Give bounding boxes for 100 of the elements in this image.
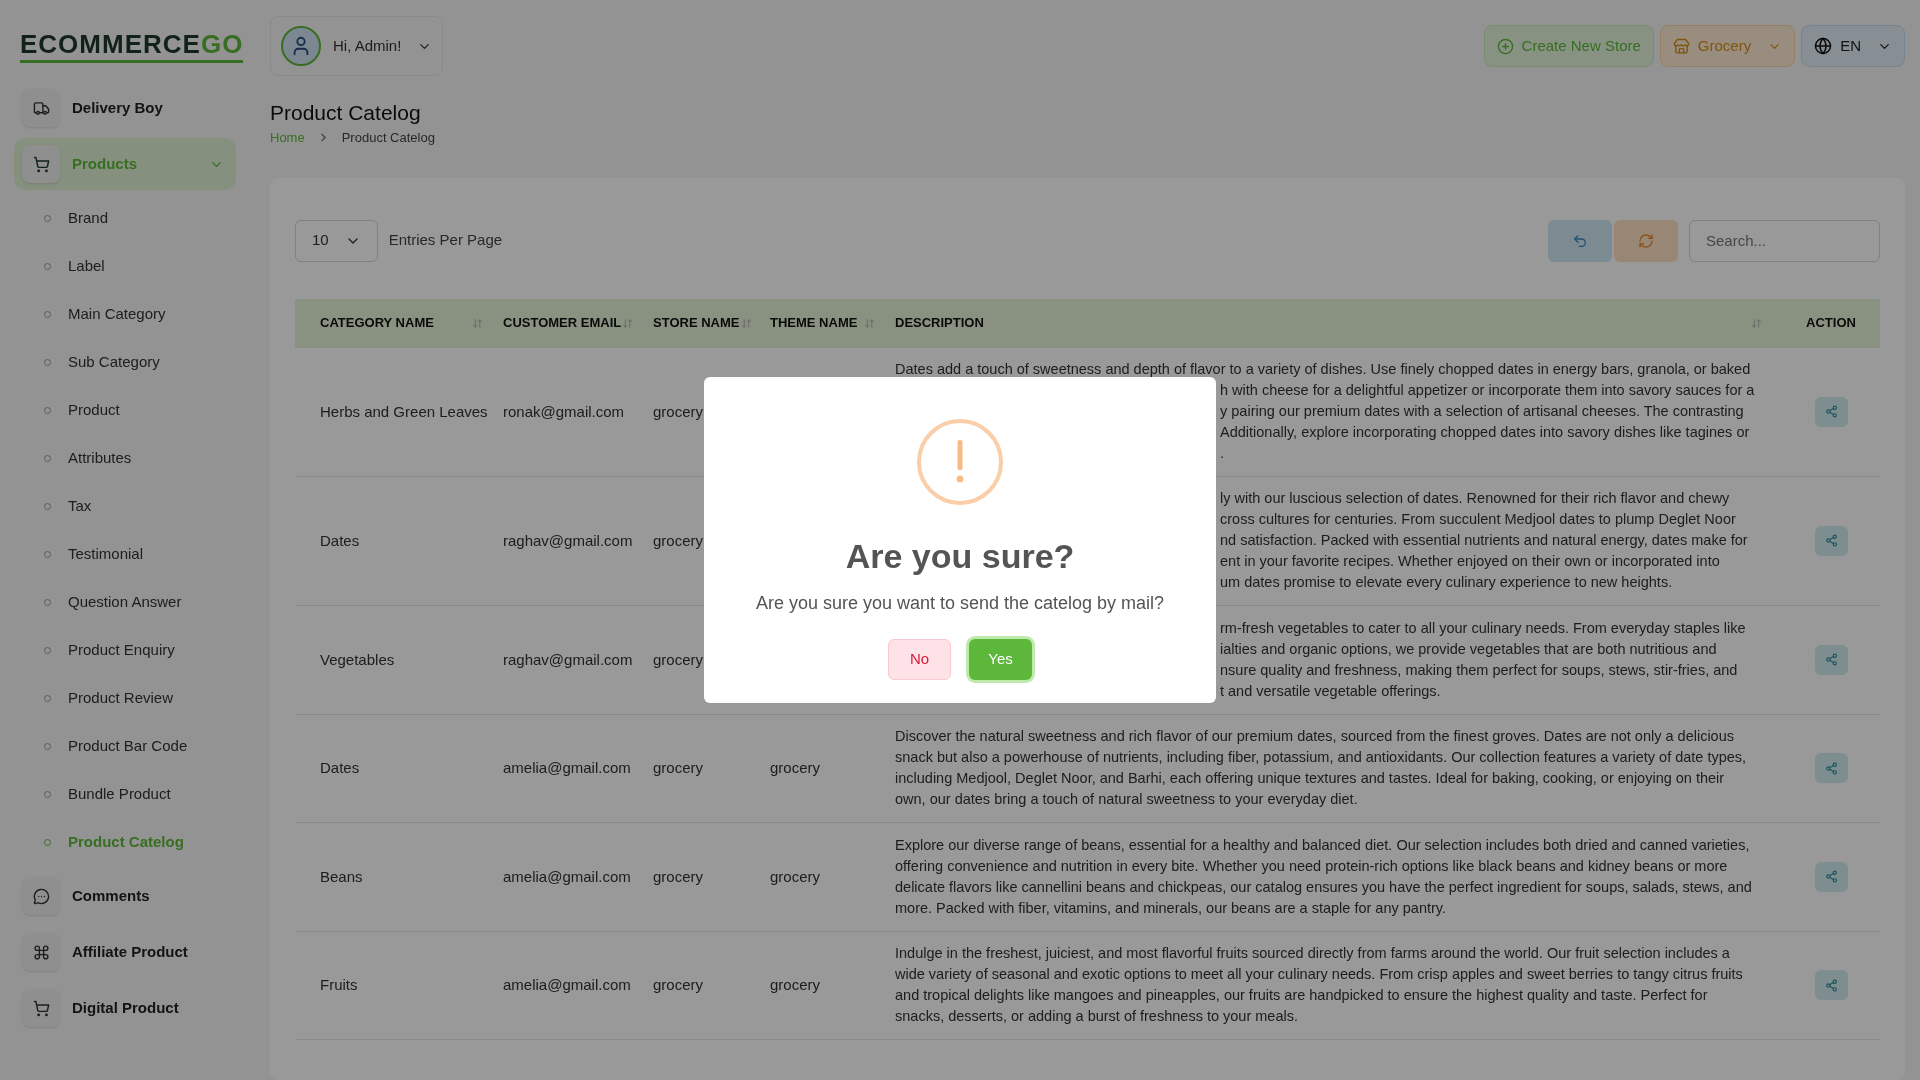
dialog-title: Are you sure? xyxy=(845,536,1075,576)
undo-icon xyxy=(1572,232,1588,249)
entries-select[interactable]: 10 xyxy=(295,219,378,262)
undo-button[interactable] xyxy=(1548,219,1612,262)
table-cell: grocery xyxy=(653,650,704,668)
dialog-message: Are you sure you want to send the catelog by mail? xyxy=(755,592,1165,615)
description-line: ly with our luscious selection of dates. Renowned for their rich flavor and chewy xyxy=(1220,489,1730,508)
share-icon xyxy=(1824,534,1838,547)
sidebar-subitem[interactable]: Product xyxy=(14,386,236,434)
table-cell: raghav@gmail.com xyxy=(503,531,633,549)
sort-icon[interactable] xyxy=(1751,317,1762,329)
chat-icon xyxy=(32,887,50,905)
language-dropdown[interactable]: EN xyxy=(1801,25,1905,67)
share-button[interactable] xyxy=(1814,970,1848,1000)
table-cell: grocery xyxy=(653,976,704,993)
sidebar-subitem[interactable]: Product Review xyxy=(14,674,236,722)
sort-icon[interactable] xyxy=(472,317,483,329)
avatar-icon xyxy=(281,26,321,66)
column-header[interactable]: STORE NAME xyxy=(653,313,740,333)
share-icon xyxy=(1824,405,1838,418)
sidebar-subitem[interactable]: Label xyxy=(14,242,236,290)
share-button[interactable] xyxy=(1814,644,1848,675)
search-field[interactable]: Search... xyxy=(1689,219,1880,262)
description-line: wide variety of seasonal and exotic options to meet all your culinary needs. From crisp apples and sweet berries to tangy citrus fruits xyxy=(895,965,1743,984)
description-line: nd satisfaction. Packed with essential nutrients and natural energy, dates make for xyxy=(1220,531,1748,550)
table-cell: grocery xyxy=(653,531,704,549)
description-line: Discover the natural sweetness and rich flavor of our premium dates, sourced from the finest groves. Dates are not only a delicious xyxy=(895,727,1734,746)
sidebar-subitem[interactable]: Sub Category xyxy=(14,338,236,386)
column-header[interactable]: CUSTOMER EMAIL xyxy=(503,313,622,333)
table-cell: grocery xyxy=(653,867,704,885)
sidebar-subitem[interactable]: Brand xyxy=(14,194,236,242)
table-cell: raghav@gmail.com xyxy=(503,650,633,668)
sidebar-subitem[interactable]: Testimonial xyxy=(14,530,236,578)
share-button[interactable] xyxy=(1814,861,1848,892)
no-button[interactable]: No xyxy=(888,639,951,680)
table-cell: ronak@gmail.com xyxy=(503,402,625,420)
sort-icon[interactable] xyxy=(622,317,633,329)
sidebar-item[interactable]: Digital Product xyxy=(14,982,236,1034)
share-icon xyxy=(1824,761,1838,775)
sidebar-subitem[interactable]: Product Bar Code xyxy=(14,722,236,770)
description-line: Indulge in the freshest, juiciest, and most flavorful fruits sourced directly from farms around the world. Our fruit selection includes a xyxy=(895,944,1730,963)
breadcrumb-current: Product Catelog xyxy=(341,129,435,147)
share-button[interactable] xyxy=(1814,753,1848,783)
table-cell: Dates xyxy=(320,759,360,776)
description-line: nsure quality and freshness, making them perfect for soups, stews, stir-fries, and xyxy=(1220,660,1738,680)
table-cell: amelia@gmail.com xyxy=(503,867,631,885)
sidebar-subitem[interactable]: Bundle Product xyxy=(14,770,236,818)
table-cell: grocery xyxy=(770,976,821,993)
description-line: including Medjool, Deglet Noor, and Barhi, each offering unique textures and tastes. Ideal for baking, cooking, or enjoying on their xyxy=(895,769,1725,788)
sidebar-item[interactable]: Affiliate Product xyxy=(14,926,236,978)
sort-icon[interactable] xyxy=(864,317,875,329)
sidebar-item[interactable]: Comments xyxy=(14,870,236,922)
command-icon xyxy=(32,943,50,961)
description-line: ent in your favorite recipes. Whether enjoyed on their own or incorporated into xyxy=(1220,552,1720,571)
sidebar-subitem[interactable]: Question Answer xyxy=(14,578,236,626)
table-cell: amelia@gmail.com xyxy=(503,976,631,993)
cart-icon xyxy=(32,155,50,173)
table-cell: grocery xyxy=(653,402,704,420)
entries-label: Entries Per Page xyxy=(388,230,503,251)
sidebar-item[interactable]: Delivery Boy xyxy=(14,82,236,134)
description-line: . xyxy=(1220,444,1225,463)
user-menu[interactable]: Hi, Admin! xyxy=(270,16,444,76)
description-line: cross cultures for centuries. From succulent Medjool dates to plump Deglet Noor xyxy=(1220,510,1736,529)
sidebar-subitem[interactable]: Tax xyxy=(14,482,236,530)
description-line: um dates promise to elevate every culinary experience to new heights. xyxy=(1220,573,1673,592)
description-line: delicate flavors like cannellini beans and chickpeas, our catalog ensures you have the perfect ingredient for soups, salads, stews, and xyxy=(895,877,1752,897)
sort-icon[interactable] xyxy=(741,317,752,329)
table-cell: Dates xyxy=(320,531,360,549)
page-title: Product Catelog xyxy=(270,100,422,126)
column-header[interactable]: THEME NAME xyxy=(770,313,858,333)
table-cell: Herbs and Green Leaves xyxy=(320,402,488,420)
description-line: offering convenience and nutrition in every bite. Whether you need protein-rich options like black beans and kidney beans or more xyxy=(895,856,1728,876)
description-line: t and versatile vegetable offerings. xyxy=(1220,681,1441,701)
description-line: rm-fresh vegetables to cater to all your culinary needs. From everyday staples like xyxy=(1220,618,1746,638)
description-line: y pairing our premium dates with a selection of artisanal cheeses. The contrasting xyxy=(1220,402,1744,421)
sidebar-subitem[interactable]: Main Category xyxy=(14,290,236,338)
description-line: more. Packed with fiber, vitamins, and minerals, our beans are a staple for any pantry. xyxy=(895,898,1446,918)
plus-circle-icon xyxy=(1496,37,1514,55)
column-header[interactable]: DESCRIPTION xyxy=(895,313,984,333)
table-cell: Fruits xyxy=(320,976,358,993)
share-icon xyxy=(1824,870,1838,883)
description-line: own, our dates bring a touch of natural sweetness to your everyday diet. xyxy=(895,790,1358,809)
truck-icon xyxy=(32,99,50,117)
description-line: h with cheese for a delightful appetizer or incorporate them into savory sauces for a xyxy=(1220,381,1755,400)
column-header[interactable]: CATEGORY NAME xyxy=(320,313,434,333)
share-icon xyxy=(1824,653,1838,666)
description-line: Additionally, explore incorporating chopped dates into savory dishes like tagines or xyxy=(1220,423,1750,442)
share-button[interactable] xyxy=(1814,525,1848,556)
logo: ECOMMERCEGO xyxy=(20,29,244,63)
table-cell: Vegetables xyxy=(320,650,395,668)
share-button[interactable] xyxy=(1814,396,1848,427)
description-line: snacks, desserts, or adding a burst of freshness to your meals. xyxy=(895,1007,1298,1026)
table-cell: grocery xyxy=(770,867,821,885)
refresh-button[interactable] xyxy=(1614,219,1678,262)
description-line: Dates add a touch of sweetness and depth of flavor to a variety of dishes. Use finely chopped dates in energy bars, granola, or baked xyxy=(895,360,1751,379)
refresh-icon xyxy=(1638,232,1654,249)
description-line: and tropical delights like mangoes and pineapples, our fruits are handpicked to ensure the highest quality and taste. Perfect for xyxy=(895,986,1708,1005)
column-header[interactable]: ACTION xyxy=(1806,313,1856,333)
sidebar-subitem[interactable]: Attributes xyxy=(14,434,236,482)
sidebar-subitem[interactable]: Product Enquiry xyxy=(14,626,236,674)
